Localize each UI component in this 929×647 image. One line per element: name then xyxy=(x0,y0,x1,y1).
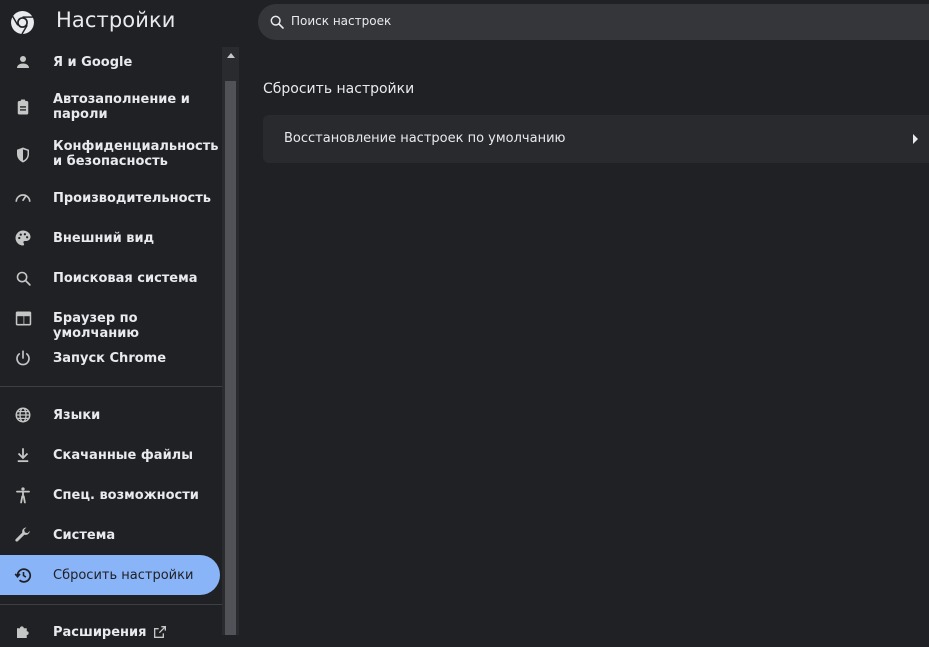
accessibility-icon xyxy=(13,485,33,505)
sidebar-divider xyxy=(0,386,222,387)
section-title: Сбросить настройки xyxy=(263,81,415,97)
sidebar-item-label: Производительность xyxy=(53,191,212,206)
speedometer-icon xyxy=(13,188,33,208)
sidebar-item-on-startup[interactable]: Запуск Chrome xyxy=(0,343,220,373)
sidebar-item-performance[interactable]: Производительность xyxy=(0,183,220,213)
sidebar-item-label: Браузер по умолчанию xyxy=(53,311,139,341)
person-icon xyxy=(13,52,33,72)
restore-history-icon xyxy=(13,565,33,585)
sidebar-item-system[interactable]: Система xyxy=(0,520,220,550)
reset-settings-card: Восстановление настроек по умолчанию xyxy=(263,115,929,163)
search-icon[interactable] xyxy=(269,14,285,30)
sidebar-item-label: Спец. возможности xyxy=(53,488,199,503)
sidebar-item-languages[interactable]: Языки xyxy=(0,400,220,430)
wrench-icon xyxy=(13,525,33,545)
sidebar-item-you-and-google[interactable]: Я и Google xyxy=(0,47,220,77)
sidebar-item-downloads[interactable]: Скачанные файлы xyxy=(0,440,220,470)
sidebar-item-label: Я и Google xyxy=(53,55,133,70)
sidebar-item-extensions[interactable]: Расширения xyxy=(0,617,220,647)
restore-defaults-row[interactable]: Восстановление настроек по умолчанию xyxy=(263,115,929,163)
browser-window-icon xyxy=(13,308,33,328)
sidebar-item-reset-settings[interactable]: Сбросить настройки xyxy=(0,555,220,595)
scrollbar-thumb[interactable] xyxy=(225,81,236,635)
main-content: Сбросить настройки Восстановление настро… xyxy=(239,47,929,635)
sidebar-item-label: Сбросить настройки xyxy=(53,568,194,583)
sidebar-item-autofill[interactable]: Автозаполнение и пароли xyxy=(0,87,220,127)
sidebar: Я и Google Автозаполнение и пароли Конфи… xyxy=(0,47,222,640)
puzzle-icon xyxy=(13,622,33,642)
restore-defaults-label: Восстановление настроек по умолчанию xyxy=(284,131,566,146)
sidebar-item-label: Языки xyxy=(53,408,101,423)
sidebar-item-label: Автозаполнение и пароли xyxy=(53,92,190,122)
power-icon xyxy=(13,348,33,368)
sidebar-scrollbar[interactable] xyxy=(222,47,239,635)
sidebar-item-accessibility[interactable]: Спец. возможности xyxy=(0,480,220,510)
shield-icon xyxy=(13,145,33,165)
sidebar-item-label: Система xyxy=(53,528,116,543)
sidebar-item-search-engine[interactable]: Поисковая система xyxy=(0,263,220,293)
clipboard-icon xyxy=(13,97,33,117)
open-external-icon xyxy=(152,624,168,640)
search-box[interactable] xyxy=(258,4,929,40)
sidebar-item-label: Внешний вид xyxy=(53,231,155,246)
search-input[interactable] xyxy=(291,11,791,31)
scroll-up-arrow-icon[interactable] xyxy=(222,47,239,64)
sidebar-item-privacy[interactable]: Конфиденциальность и безопасность xyxy=(0,135,220,175)
download-icon xyxy=(13,445,33,465)
arrow-right-icon xyxy=(913,134,918,144)
sidebar-item-default-browser[interactable]: Браузер по умолчанию xyxy=(0,303,220,341)
sidebar-item-appearance[interactable]: Внешний вид xyxy=(0,223,220,253)
top-bar: Настройки xyxy=(0,0,929,47)
page-title: Настройки xyxy=(56,8,176,32)
sidebar-item-label: Запуск Chrome xyxy=(53,351,167,366)
palette-icon xyxy=(13,228,33,248)
sidebar-divider xyxy=(0,604,222,605)
sidebar-item-label: Скачанные файлы xyxy=(53,448,193,463)
search-icon xyxy=(13,268,33,288)
sidebar-item-label: Конфиденциальность и безопасность xyxy=(53,139,219,169)
sidebar-item-label: Поисковая система xyxy=(53,271,198,286)
sidebar-item-label: Расширения xyxy=(53,625,147,640)
chrome-logo-icon xyxy=(11,11,34,35)
globe-icon xyxy=(13,405,33,425)
